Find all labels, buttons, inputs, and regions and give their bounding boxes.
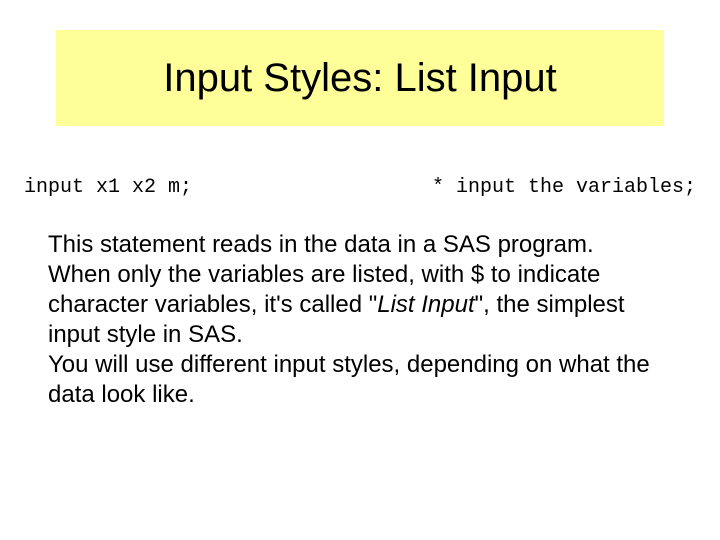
paragraph-2: When only the variables are listed, with… bbox=[48, 260, 672, 350]
title-box: Input Styles: List Input bbox=[56, 30, 664, 126]
code-line: input x1 x2 m; * input the variables; bbox=[24, 176, 696, 199]
code-right: * input the variables; bbox=[432, 176, 696, 199]
slide-title: Input Styles: List Input bbox=[163, 56, 557, 101]
slide: Input Styles: List Input input x1 x2 m; … bbox=[0, 0, 720, 540]
paragraph-1: This statement reads in the data in a SA… bbox=[48, 230, 672, 260]
body-text: This statement reads in the data in a SA… bbox=[48, 230, 672, 410]
list-input-term: List Input bbox=[377, 291, 474, 318]
code-left: input x1 x2 m; bbox=[24, 176, 192, 199]
paragraph-3: You will use different input styles, dep… bbox=[48, 350, 672, 410]
